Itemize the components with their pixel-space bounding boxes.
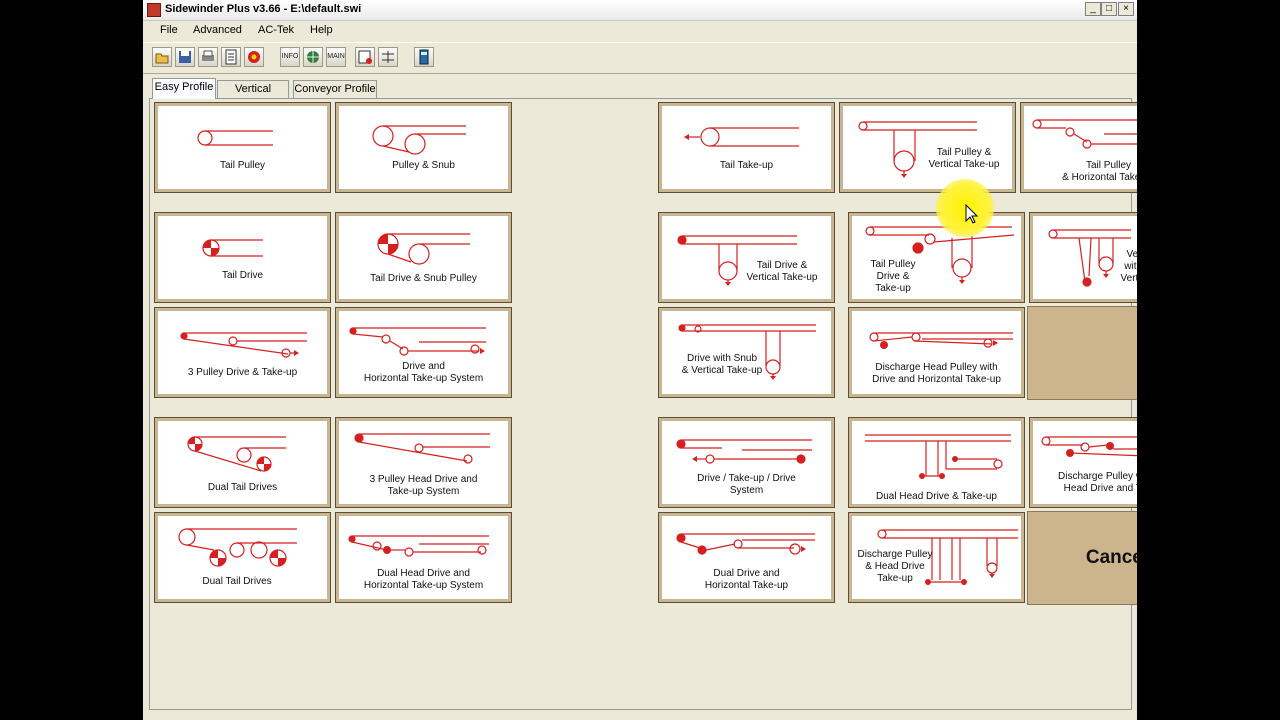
tail-takeup-diagram-icon <box>684 127 799 147</box>
app-icon <box>147 3 161 17</box>
pulley-snub-diagram-icon <box>372 125 466 155</box>
cancel-button[interactable]: Cancel <box>1027 511 1137 605</box>
info-button[interactable]: INFO <box>280 47 300 67</box>
tab-easy-profile[interactable]: Easy Profile <box>152 78 216 99</box>
tab-vertical-profile[interactable]: Vertical Profile <box>217 80 289 112</box>
profile-label: Discharge Pulley & Head Drive Take-up <box>857 549 933 584</box>
print-icon[interactable] <box>198 47 218 67</box>
profile-vertical-drive-snub-vertical-takeup-button[interactable]: Vertical Drivewith Snub andVertical Take… <box>1029 212 1137 303</box>
profile-label: Discharge Pulley with DualHead Drive and… <box>1058 471 1137 494</box>
profile-3-pulley-drive-takeup-button[interactable]: 3 Pulley Drive & Take-up <box>154 307 331 398</box>
tail-drive-vertical-takeup-diagram-icon <box>677 235 797 286</box>
tail-drive-snub-diagram-icon <box>377 233 470 265</box>
profile-label: Dual Head Drive & Take-up <box>876 491 997 502</box>
profile-label: 3 Pulley Drive & Take-up <box>187 367 298 378</box>
globe-icon[interactable] <box>303 47 323 67</box>
profile-tail-drive-vertical-takeup-button[interactable]: Tail Drive & Vertical Take-up <box>658 212 835 303</box>
profile-label: Drive with Snub & Vertical Take-up <box>681 353 763 376</box>
empty-slot <box>1027 306 1137 400</box>
profile-drive-takeup-drive-button[interactable]: Drive / Take-up / Drive System <box>658 417 835 508</box>
profile-label: Drive and Horizontal Take-up System <box>363 361 484 384</box>
menu-file[interactable]: File <box>160 24 178 36</box>
profile-tail-drive-button[interactable]: Tail Drive <box>154 212 331 303</box>
calculator-icon[interactable] <box>414 47 434 67</box>
profile-tail-drive-snub-button[interactable]: Tail Drive & Snub Pulley <box>335 212 512 303</box>
profile-label: Dual Tail Drives <box>202 576 272 587</box>
profile-label: Drive / Take-up / Drive System <box>697 473 796 496</box>
profile-label: Discharge Head Pulley with Drive and Hori… <box>872 362 1001 385</box>
profile-label: Tail Pulley Drive & Take-up <box>870 259 916 294</box>
edit-sheet-icon[interactable] <box>355 47 375 67</box>
profile-tail-takeup-button[interactable]: Tail Take-up <box>658 102 835 193</box>
profile-discharge-head-drive-takeup-button[interactable]: Discharge Pulley & Head Drive Take-up <box>848 512 1025 603</box>
save-icon[interactable] <box>175 47 195 67</box>
profile-drive-snub-vertical-takeup-button[interactable]: Drive with Snub & Vertical Take-up <box>658 307 835 398</box>
profile-dual-drive-horizontal-takeup-button[interactable]: Dual Drive and Horizontal Take-up <box>658 512 835 603</box>
profile-label: Tail Pulley& Horizontal Take-up <box>1062 160 1137 183</box>
toolbar: INFO MAIN <box>143 42 1137 74</box>
profile-label: Dual Drive and Horizontal Take-up <box>704 568 789 591</box>
report-icon[interactable] <box>221 47 241 67</box>
profile-tail-pulley-vertical-takeup-button[interactable]: Tail Pulley & Vertical Take-up <box>839 102 1016 193</box>
window-title: Sidewinder Plus v3.66 - E:\default.swi <box>165 3 362 15</box>
profile-discharge-dual-head-drive-button[interactable]: Discharge Pulley with DualHead Drive and… <box>1029 417 1137 508</box>
profile-dual-head-horizontal-system-button[interactable]: Dual Head Drive and Horizontal Take-up Sy… <box>335 512 512 603</box>
profile-tail-pulley-button[interactable]: Tail Pulley <box>154 102 331 193</box>
three-pulley-drive-diagram-icon <box>180 332 307 358</box>
profile-dual-tail-drives-button[interactable]: Dual Tail Drives <box>154 417 331 508</box>
menu-advanced[interactable]: Advanced <box>193 24 242 36</box>
open-folder-icon[interactable] <box>152 47 172 67</box>
tail-drive-diagram-icon <box>202 239 263 257</box>
profile-label: Tail Pulley <box>219 160 266 171</box>
profile-label: Vertical Drivewith Snub andVertical Take… <box>1120 249 1137 284</box>
calculate-icon[interactable] <box>244 47 264 67</box>
mouse-cursor-icon <box>965 204 979 224</box>
profile-label: Tail Take-up <box>719 160 774 171</box>
profile-tool-icon[interactable] <box>378 47 398 67</box>
profile-label: Tail Drive & Vertical Take-up <box>746 260 818 283</box>
profile-tail-pulley-drive-takeup-button[interactable]: Tail Pulley Drive & Take-up <box>848 212 1025 303</box>
profile-drive-horizontal-takeup-system-button[interactable]: Drive and Horizontal Take-up System <box>335 307 512 398</box>
menu-bar: File Advanced AC-Tek Help <box>143 21 1137 41</box>
profile-label: 3 Pulley Head Drive and Take-up System <box>369 474 478 497</box>
menu-ac-tek[interactable]: AC-Tek <box>258 24 294 36</box>
profile-dual-tail-drives-2-button[interactable]: Dual Tail Drives <box>154 512 331 603</box>
maximize-button[interactable]: □ <box>1101 2 1117 16</box>
close-button[interactable]: × <box>1118 2 1134 16</box>
tail-pulley-diagram-icon <box>197 130 273 146</box>
main-button[interactable]: MAIN <box>326 47 346 67</box>
profile-label: Tail Pulley & Vertical Take-up <box>928 147 1000 170</box>
minimize-button[interactable]: _ <box>1085 2 1101 16</box>
profile-label: Dual Head Drive and Horizontal Take-up Sy… <box>363 568 484 591</box>
profile-label: Pulley & Snub <box>392 160 455 171</box>
profile-discharge-head-horizontal-button[interactable]: Discharge Head Pulley with Drive and Hori… <box>848 307 1025 398</box>
profile-label: Tail Drive <box>221 270 264 281</box>
profile-dual-head-drive-takeup-button[interactable]: Dual Head Drive & Take-up <box>848 417 1025 508</box>
profile-pulley-snub-button[interactable]: Pulley & Snub <box>335 102 512 193</box>
menu-help[interactable]: Help <box>310 24 333 36</box>
profile-3-pulley-head-drive-button[interactable]: 3 Pulley Head Drive and Take-up System <box>335 417 512 508</box>
tab-conveyor-profile[interactable]: Conveyor Profile <box>293 80 377 98</box>
app-window: Sidewinder Plus v3.66 - E:\default.swi _… <box>143 0 1137 720</box>
profile-label: Tail Drive & Snub Pulley <box>370 273 477 284</box>
title-bar[interactable]: Sidewinder Plus v3.66 - E:\default.swi _… <box>143 0 1137 21</box>
profile-tail-pulley-horizontal-takeup-button[interactable]: Tail Pulley& Horizontal Take-up <box>1020 102 1137 193</box>
profile-label: Dual Tail Drives <box>207 482 278 493</box>
